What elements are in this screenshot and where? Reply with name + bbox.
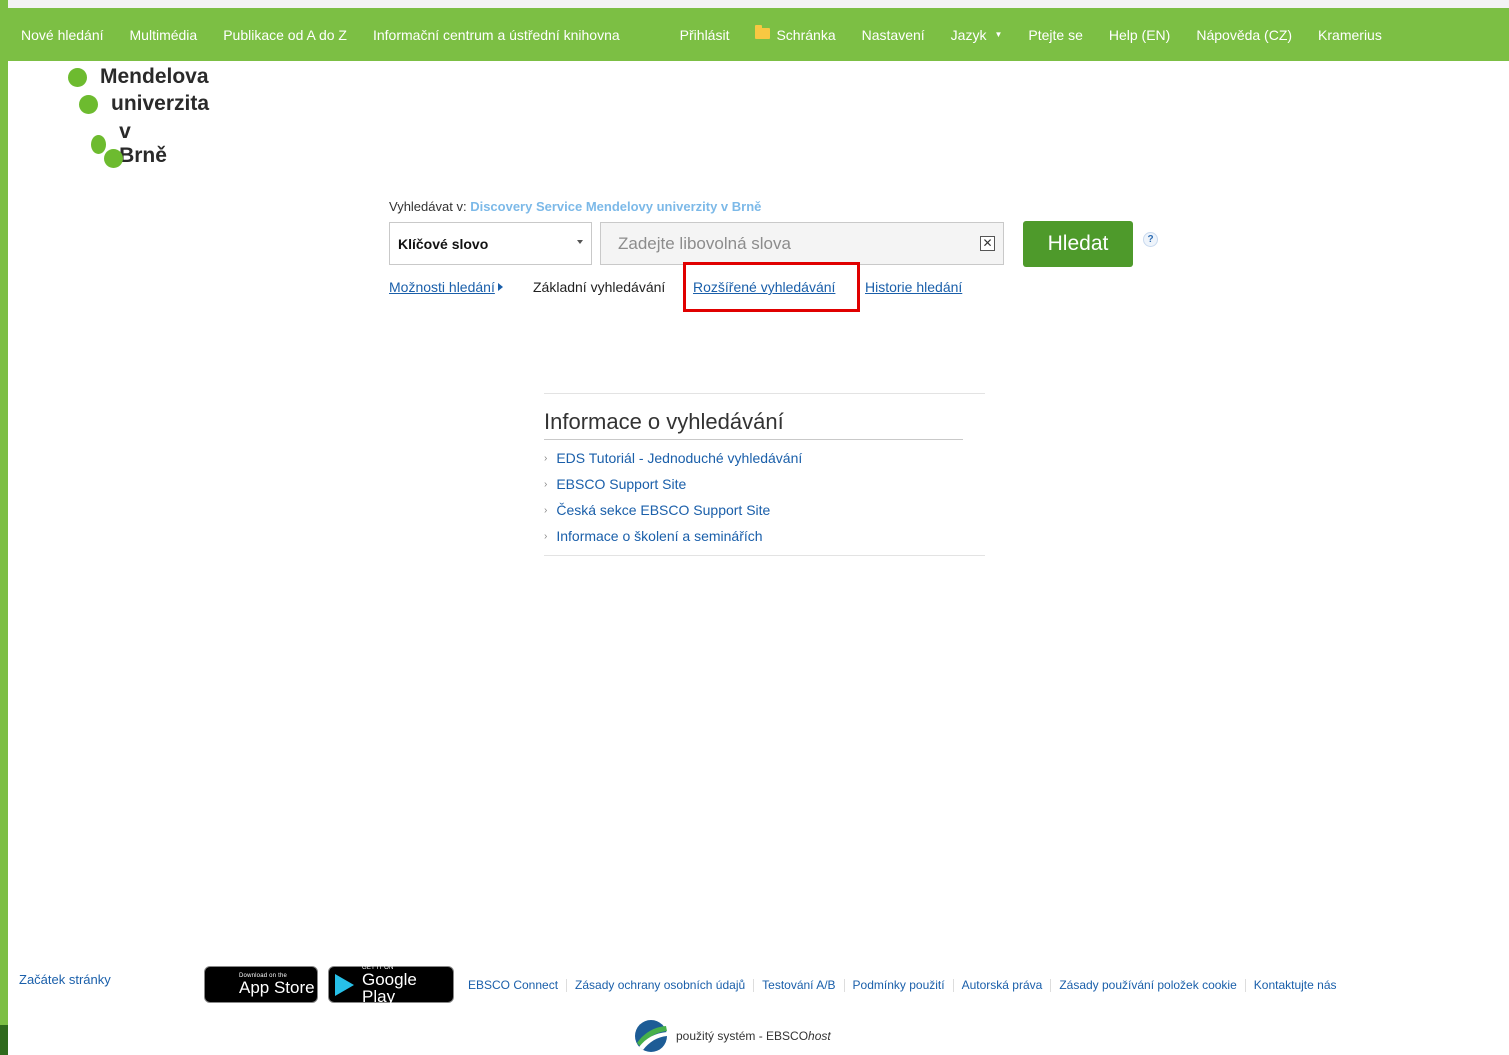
footer-link-copyright[interactable]: Autorská práva (962, 978, 1043, 992)
nav-kramerius[interactable]: Kramerius (1318, 27, 1382, 43)
google-play-text: GET IT ON Google Play (362, 965, 453, 1005)
basic-search-label: Základní vyhledávání (533, 279, 666, 295)
window-top-edge (0, 0, 1509, 8)
divider (753, 978, 755, 992)
logo-line-1: Mendelova (100, 65, 209, 88)
logo-row-4 (104, 149, 136, 168)
search-field-select[interactable]: Klíčové slovo (389, 222, 592, 265)
nav-left-group: Nové hledání Multimédia Publikace od A d… (8, 27, 646, 43)
info-link-training[interactable]: Informace o školení a seminářích (556, 528, 762, 544)
info-section-title: Informace o vyhledávání (544, 409, 784, 434)
chevron-right-icon: › (544, 530, 548, 542)
footer-link-ab-testing[interactable]: Testování A/B (762, 978, 835, 992)
powered-by: použitý systém - EBSCO host (634, 1019, 831, 1053)
logo-row-1: Mendelova (68, 65, 209, 89)
nav-right-group: Přihlásit Schránka Nastavení Jazyk ▼ Pte… (680, 25, 1382, 43)
divider (544, 393, 985, 394)
logo-line-2: univerzita (111, 92, 210, 115)
help-icon[interactable]: ? (1143, 232, 1158, 247)
clear-icon[interactable]: ✕ (980, 236, 995, 251)
nav-help-cz[interactable]: Nápověda (CZ) (1196, 27, 1292, 43)
list-item: › EBSCO Support Site (544, 476, 686, 492)
nav-help-en[interactable]: Help (EN) (1109, 27, 1170, 43)
app-store-big: App Store (239, 978, 315, 997)
window-left-edge (0, 0, 8, 1055)
divider (544, 555, 985, 556)
search-input[interactable] (601, 223, 968, 264)
logo-dot-icon (79, 94, 98, 114)
list-item: › EDS Tutoriál - Jednoduché vyhledávání (544, 450, 802, 466)
search-options-label: Možnosti hledání (389, 279, 495, 295)
divider (566, 978, 568, 992)
ebsco-logo-icon (635, 1020, 667, 1052)
nav-publications-a-z[interactable]: Publikace od A do Z (223, 27, 347, 43)
window-left-edge-dark (0, 1025, 8, 1055)
triangle-right-icon (497, 283, 503, 291)
chevron-right-icon: › (544, 504, 548, 516)
list-item: › Česká sekce EBSCO Support Site (544, 502, 770, 518)
google-play-icon (335, 973, 354, 996)
advanced-search-highlight (683, 262, 860, 312)
nav-folder[interactable]: Schránka (755, 25, 836, 43)
logo-row-2: univerzita (79, 92, 209, 116)
footer-link-terms[interactable]: Podmínky použití (853, 978, 945, 992)
search-options-link[interactable]: Možnosti hledání (389, 279, 503, 295)
footer-link-cookies[interactable]: Zásady používání položek cookie (1059, 978, 1236, 992)
database-name[interactable]: Discovery Service Mendelovy univerzity v… (470, 199, 761, 214)
chevron-right-icon: › (544, 452, 548, 464)
dropdown-arrow-icon (577, 240, 583, 244)
google-play-badge[interactable]: GET IT ON Google Play (328, 965, 454, 1005)
info-link-support-site[interactable]: EBSCO Support Site (556, 476, 686, 492)
chevron-down-icon: ▼ (994, 30, 1003, 39)
app-store-badge[interactable]: Download on the App Store (204, 966, 318, 1003)
info-link-eds-tutorial[interactable]: EDS Tutoriál - Jednoduché vyhledávání (556, 450, 802, 466)
footer-links: EBSCO Connect Zásady ochrany osobních úd… (468, 978, 1337, 992)
list-item: › Informace o školení a seminářích (544, 528, 763, 544)
nav-settings[interactable]: Nastavení (862, 27, 925, 43)
nav-folder-label: Schránka (776, 26, 836, 43)
search-history-link[interactable]: Historie hledání (865, 279, 962, 295)
footer-link-privacy[interactable]: Zásady ochrany osobních údajů (575, 978, 745, 992)
nav-new-search[interactable]: Nové hledání (21, 27, 104, 43)
divider (544, 439, 963, 440)
search-input-box: ✕ (600, 222, 1004, 265)
footer-link-contact[interactable]: Kontaktujte nás (1254, 978, 1337, 992)
powered-by-text: použitý systém - EBSCO (676, 1029, 809, 1043)
nav-login[interactable]: Přihlásit (680, 27, 730, 43)
nav-language[interactable]: Jazyk ▼ (951, 27, 1003, 43)
nav-ask[interactable]: Ptejte se (1028, 27, 1082, 43)
info-link-czech-support[interactable]: Česká sekce EBSCO Support Site (556, 502, 770, 518)
chevron-right-icon: › (544, 478, 548, 490)
logo-dot-icon (104, 149, 123, 168)
footer-link-ebsco-connect[interactable]: EBSCO Connect (468, 978, 558, 992)
search-button[interactable]: Hledat (1023, 221, 1133, 267)
divider (843, 978, 845, 992)
logo-dot-icon (68, 67, 87, 87)
app-store-text: Download on the App Store (239, 973, 315, 996)
divider (1244, 978, 1246, 992)
back-to-top-link[interactable]: Začátek stránky (19, 972, 111, 987)
divider (1050, 978, 1052, 992)
nav-language-label: Jazyk (950, 26, 987, 43)
search-in-prefix: Vyhledávat v: (389, 199, 467, 214)
google-play-big: Google Play (362, 969, 417, 1006)
nav-multimedia[interactable]: Multimédia (130, 27, 198, 43)
divider (952, 978, 954, 992)
nav-information-centre[interactable]: Informační centrum a ústřední knihovna (373, 27, 620, 43)
search-database-label: Vyhledávat v: Discovery Service Mendelov… (389, 199, 761, 214)
folder-icon (755, 25, 771, 39)
search-field-value: Klíčové slovo (398, 235, 489, 252)
powered-by-host: host (808, 1029, 831, 1043)
top-navigation-bar: Nové hledání Multimédia Publikace od A d… (8, 8, 1509, 61)
